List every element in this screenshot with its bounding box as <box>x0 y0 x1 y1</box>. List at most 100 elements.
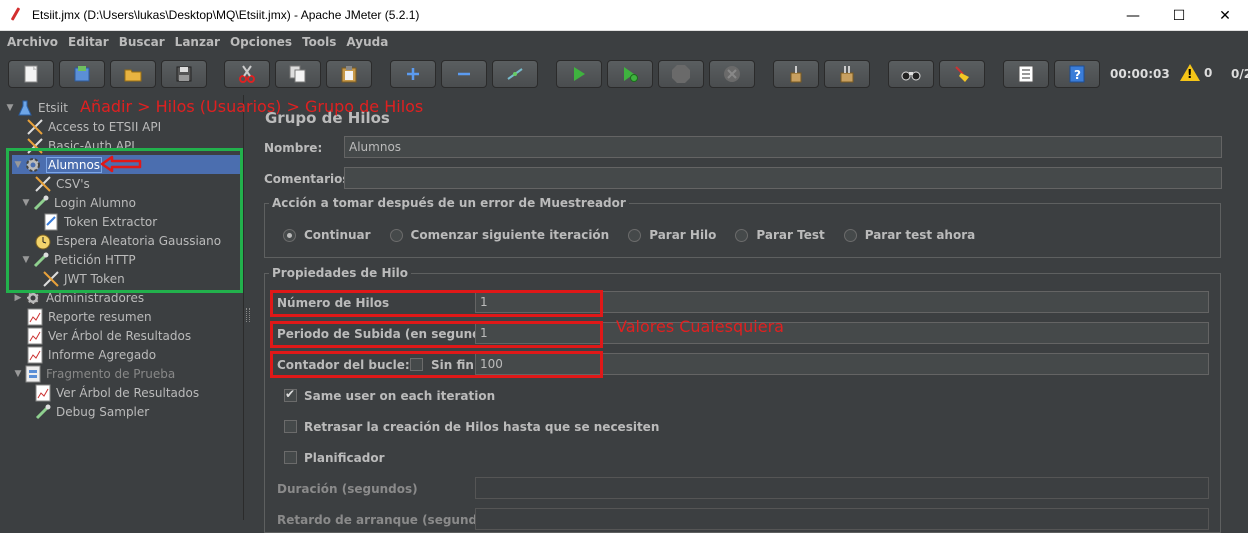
tree-item-label: Ver Árbol de Resultados <box>48 328 192 343</box>
plus-icon <box>407 68 419 80</box>
radio-parar-test-ahora[interactable] <box>843 228 857 242</box>
duration-label: Duración (segundos) <box>277 482 418 496</box>
menu-tools[interactable]: Tools <box>297 35 341 49</box>
delay-thread-creation-checkbox[interactable] <box>284 420 297 433</box>
svg-text:?: ? <box>1074 68 1081 82</box>
collapse-arrow-icon[interactable]: ▼ <box>4 103 16 113</box>
radio-label-parar-hilo[interactable]: Parar Hilo <box>649 228 716 242</box>
tree-item-fragmento-prueba[interactable]: ▼ Fragmento de Prueba <box>12 364 175 383</box>
tree-item-access-api[interactable]: Access to ETSII API <box>26 117 161 136</box>
templates-button[interactable] <box>59 60 105 88</box>
active-threads: 0/2 <box>1231 67 1248 81</box>
copy-button[interactable] <box>275 60 321 88</box>
radio-siguiente-iteracion[interactable] <box>389 228 403 242</box>
radio-label-parar-test-ahora[interactable]: Parar test ahora <box>865 228 976 242</box>
thread-properties-legend: Propiedades de Hilo <box>269 266 411 280</box>
window-titlebar: Etsiit.jmx (D:\Users\lukas\Desktop\MQ\Et… <box>0 0 1248 31</box>
toggle-icon <box>507 68 523 80</box>
tree-item-label: Access to ETSII API <box>48 119 162 134</box>
clear-button[interactable] <box>773 60 819 88</box>
chart-icon <box>26 308 44 326</box>
help-button[interactable]: ? <box>1054 60 1100 88</box>
same-user-checkbox[interactable] <box>284 387 297 402</box>
templates-icon <box>74 66 90 82</box>
warnings-indicator[interactable]: 0 <box>1180 64 1212 81</box>
menu-lanzar[interactable]: Lanzar <box>170 35 225 49</box>
name-input[interactable]: Alumnos <box>344 136 1222 158</box>
expand-all-button[interactable] <box>390 60 436 88</box>
shutdown-button[interactable] <box>709 60 755 88</box>
menu-editar[interactable]: Editar <box>63 35 114 49</box>
start-button[interactable] <box>556 60 602 88</box>
annotation-values-note: Valores Cualesquiera <box>616 317 784 336</box>
radio-label-parar-test[interactable]: Parar Test <box>756 228 824 242</box>
save-icon <box>176 66 192 82</box>
splitter-grip-icon[interactable] <box>246 308 250 322</box>
collapse-arrow-icon[interactable]: ▼ <box>12 369 24 379</box>
expand-arrow-icon[interactable]: ▶ <box>12 293 24 303</box>
annotation-menu-path: Añadir > Hilos (Usuarios) > Grupo de Hil… <box>80 97 424 116</box>
tree-item-debug-sampler[interactable]: Debug Sampler <box>34 402 149 421</box>
radio-continuar[interactable] <box>283 228 296 242</box>
scheduler-checkbox[interactable] <box>284 451 297 464</box>
comments-input[interactable] <box>344 167 1222 189</box>
stop-button[interactable] <box>658 60 704 88</box>
comments-label: Comentarios <box>264 172 350 186</box>
radio-label-siguiente-iteracion[interactable]: Comenzar siguiente iteración <box>411 228 610 242</box>
tree-item-informe-agregado[interactable]: Informe Agregado <box>26 345 156 364</box>
duration-input[interactable] <box>475 477 1209 499</box>
cut-button[interactable] <box>224 60 270 88</box>
annotation-red-arrow-icon <box>100 155 142 173</box>
list-icon <box>1018 65 1034 83</box>
collapse-all-button[interactable] <box>441 60 487 88</box>
radio-parar-hilo[interactable] <box>628 228 642 242</box>
start-no-pauses-button[interactable] <box>607 60 653 88</box>
tree-item-label: Reporte resumen <box>48 309 152 324</box>
help-icon: ? <box>1069 65 1085 83</box>
menu-bar: Archivo Editar Buscar Lanzar Opciones To… <box>0 31 1248 53</box>
annotation-red-box-loop <box>270 351 603 378</box>
menu-buscar[interactable]: Buscar <box>114 35 170 49</box>
cut-icon <box>239 65 255 83</box>
fragment-icon <box>24 365 42 383</box>
panel-splitter[interactable] <box>244 95 252 520</box>
tree-item-reporte-resumen[interactable]: Reporte resumen <box>26 307 152 326</box>
tree-item-etsiit[interactable]: ▼ Etsiit <box>4 98 68 117</box>
radio-parar-test[interactable] <box>735 228 749 242</box>
tree-item-ver-arbol[interactable]: Ver Árbol de Resultados <box>26 326 191 345</box>
scheduler-label[interactable]: Planificador <box>304 451 385 465</box>
annotation-red-box-threads <box>270 290 603 317</box>
same-user-label[interactable]: Same user on each iteration <box>304 389 495 403</box>
search-button[interactable] <box>888 60 934 88</box>
new-icon <box>24 65 38 83</box>
function-helper-button[interactable] <box>1003 60 1049 88</box>
play-no-pause-icon <box>624 67 638 82</box>
broom-all-icon <box>840 66 854 83</box>
startup-delay-input[interactable] <box>475 508 1209 530</box>
tree-item-label: Etsiit <box>38 100 68 115</box>
open-button[interactable] <box>110 60 156 88</box>
warnings-count: 0 <box>1204 65 1213 80</box>
save-button[interactable] <box>161 60 207 88</box>
reset-search-button[interactable] <box>939 60 985 88</box>
menu-opciones[interactable]: Opciones <box>225 35 297 49</box>
open-icon <box>124 69 142 82</box>
binoculars-icon <box>901 71 921 81</box>
shutdown-icon <box>724 66 740 82</box>
radio-label-continuar[interactable]: Continuar <box>304 228 371 242</box>
tree-item-label: Ver Árbol de Resultados <box>56 385 200 400</box>
close-button[interactable]: ✕ <box>1202 0 1248 31</box>
toggle-button[interactable] <box>492 60 538 88</box>
maximize-button[interactable]: ☐ <box>1156 0 1202 31</box>
paste-button[interactable] <box>326 60 372 88</box>
delay-thread-creation-label[interactable]: Retrasar la creación de Hilos hasta que … <box>304 420 659 434</box>
warning-icon <box>1180 64 1200 81</box>
menu-archivo[interactable]: Archivo <box>2 35 63 49</box>
minimize-button[interactable]: — <box>1110 0 1156 31</box>
new-button[interactable] <box>8 60 54 88</box>
tree-item-label: Informe Agregado <box>48 347 157 362</box>
tree-item-ver-arbol-2[interactable]: Ver Árbol de Resultados <box>34 383 199 402</box>
menu-ayuda[interactable]: Ayuda <box>341 35 393 49</box>
broom-yellow-icon <box>955 66 969 82</box>
clear-all-button[interactable] <box>824 60 870 88</box>
